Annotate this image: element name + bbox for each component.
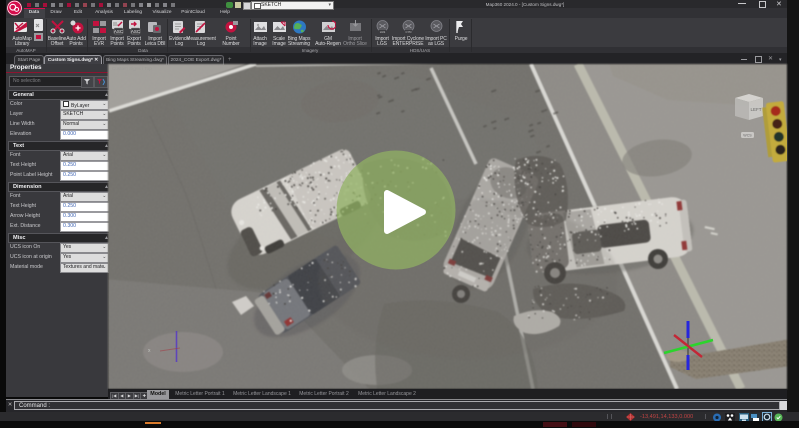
svg-text:x: x	[148, 348, 151, 354]
svg-text:ASC: ASC	[131, 29, 141, 34]
svg-text:Custom Signs / Top: Custom Signs / Top	[112, 66, 152, 71]
svg-text:LEFT: LEFT	[750, 107, 761, 112]
svg-text:WCS: WCS	[743, 134, 752, 138]
svg-text:LGS: LGS	[380, 30, 386, 34]
svg-text:ASC: ASC	[114, 29, 124, 34]
svg-text:CYN: CYN	[406, 30, 412, 34]
